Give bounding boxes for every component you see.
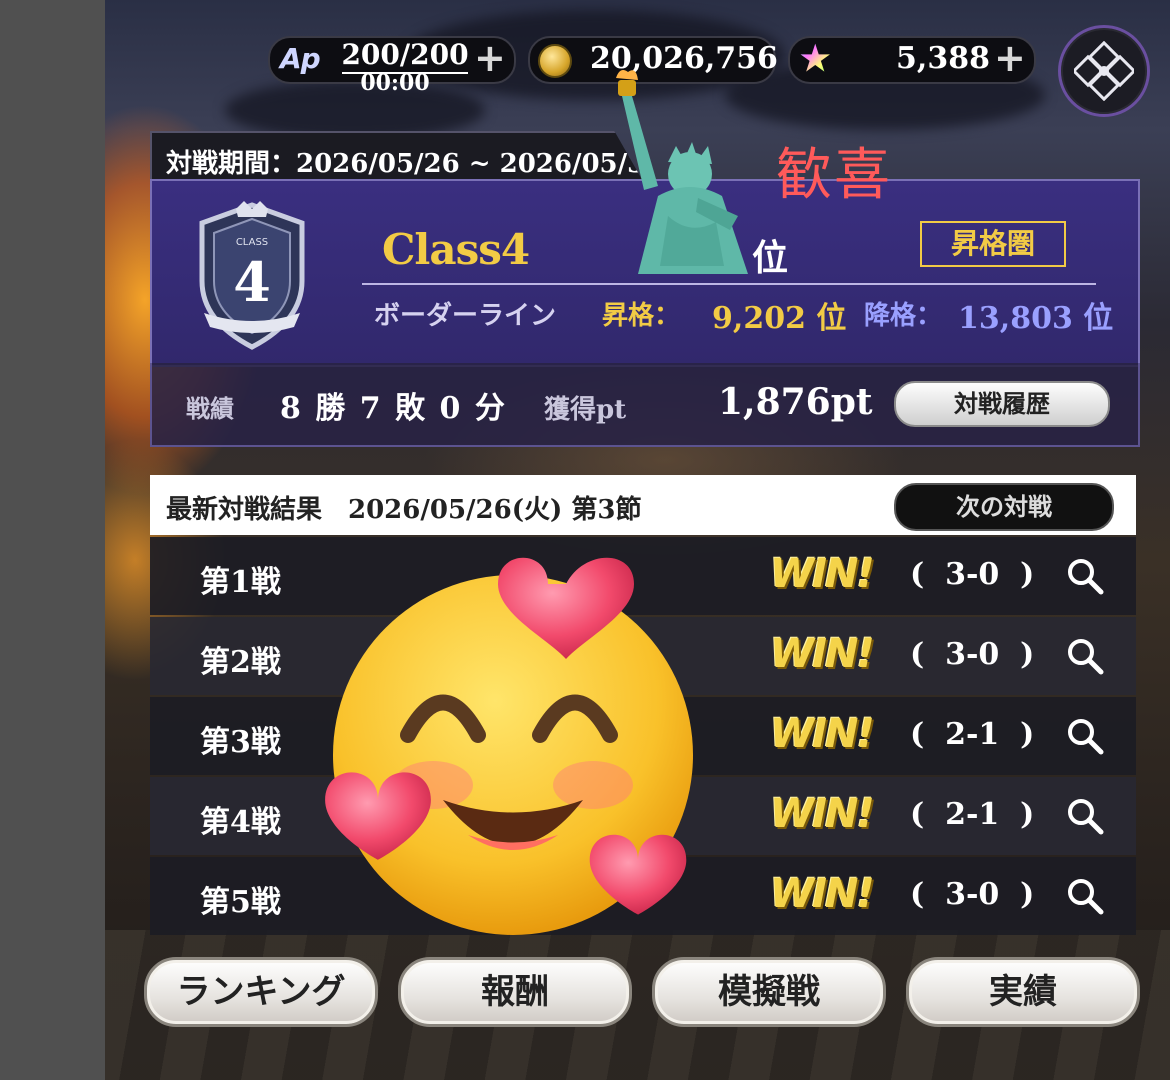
match-label: 第4戦 <box>200 805 281 840</box>
star-counter[interactable]: ★ 5,388 + <box>788 36 1036 84</box>
match-score: ( 2-1 ) <box>910 797 1035 832</box>
crest-number: 4 <box>233 250 271 314</box>
match-score: ( 3-0 ) <box>910 557 1035 592</box>
match-score: ( 3-0 ) <box>910 637 1035 672</box>
battle-period: 対戦期間：2026/05/26 ~ 2026/05/31 <box>166 149 664 179</box>
left-margin <box>0 0 105 1080</box>
match-score: ( 3-0 ) <box>910 877 1035 912</box>
search-icon[interactable] <box>1066 717 1104 755</box>
match-score: ( 2-1 ) <box>910 717 1035 752</box>
star-icon: ★ <box>800 39 831 79</box>
star-add-icon[interactable]: + <box>994 38 1026 78</box>
match-label: 第1戦 <box>200 565 281 600</box>
search-icon[interactable] <box>1066 557 1104 595</box>
promotion-zone-badge: 昇格圏 <box>920 221 1066 267</box>
ap-value: 200/200 <box>341 38 469 71</box>
latest-results-title: 最新対戦結果 2026/05/26(火) 第3節 <box>166 495 642 525</box>
achievements-button[interactable]: 実績 <box>906 957 1140 1027</box>
menu-button[interactable] <box>1058 25 1150 117</box>
win-label: WIN! <box>770 551 875 597</box>
win-label: WIN! <box>770 791 875 837</box>
class-crest-icon: CLASS 4 <box>199 201 305 350</box>
statue-of-liberty-sticker-icon <box>616 70 748 274</box>
promotion-label: 昇格： <box>602 301 681 331</box>
joy-caption: 歓喜 <box>776 143 892 208</box>
search-icon[interactable] <box>1066 877 1104 915</box>
reward-button[interactable]: 報酬 <box>398 957 632 1027</box>
win-label: WIN! <box>770 711 875 757</box>
points-value: 1,876pt <box>718 381 873 423</box>
demotion-value: 13,803 位 <box>958 301 1114 336</box>
record-strip: 戦績 8 勝 7 敗 0 分 獲得pt 1,876pt 対戦履歴 <box>150 363 1140 447</box>
ranking-button[interactable]: ランキング <box>144 957 378 1027</box>
promotion-value: 9,202 位 <box>712 301 847 336</box>
win-label: WIN! <box>770 631 875 677</box>
match-label: 第2戦 <box>200 645 281 680</box>
match-label: 第3戦 <box>200 725 281 760</box>
battle-history-button[interactable]: 対戦履歴 <box>894 381 1110 427</box>
battle-period-tab: 対戦期間：2026/05/26 ~ 2026/05/31 <box>150 131 644 183</box>
search-icon[interactable] <box>1066 797 1104 835</box>
border-line-label: ボーダーライン <box>374 301 557 331</box>
ap-add-icon[interactable]: + <box>474 38 506 78</box>
search-icon[interactable] <box>1066 637 1104 675</box>
mock-battle-button[interactable]: 模擬戦 <box>652 957 886 1027</box>
star-value: 5,388 <box>896 41 990 76</box>
ap-icon: Ap <box>280 42 321 75</box>
emblem-icon <box>1074 41 1134 101</box>
next-battle-button[interactable]: 次の対戦 <box>894 483 1114 531</box>
demotion-label: 降格： <box>864 301 943 331</box>
class-name: Class4 <box>382 225 530 274</box>
panel-divider <box>362 283 1096 285</box>
record-label: 戦績 <box>186 394 234 423</box>
record-value: 8 勝 7 敗 0 分 <box>280 391 507 426</box>
smiling-face-with-hearts-icon <box>325 557 693 935</box>
coin-icon <box>538 44 572 78</box>
points-label: 獲得pt <box>544 395 627 425</box>
win-label: WIN! <box>770 871 875 917</box>
latest-results-header: 最新対戦結果 2026/05/26(火) 第3節 次の対戦 <box>150 475 1136 535</box>
ap-timer: 00:00 <box>360 70 430 96</box>
match-label: 第5戦 <box>200 885 281 920</box>
crest-label: CLASS <box>236 237 268 248</box>
